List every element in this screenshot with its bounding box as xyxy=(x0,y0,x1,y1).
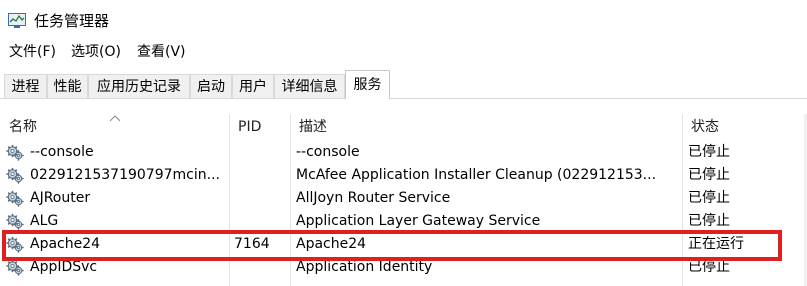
service-status: 已停止 xyxy=(688,213,730,229)
service-gear-icon xyxy=(6,167,24,184)
tab-startup[interactable]: 启动 xyxy=(190,74,232,98)
service-status: 已停止 xyxy=(688,190,730,206)
service-description: --console xyxy=(296,144,360,160)
service-name: ALG xyxy=(30,213,59,229)
tab-users[interactable]: 用户 xyxy=(232,74,274,98)
service-pid xyxy=(234,187,286,210)
service-description: AllJoyn Router Service xyxy=(296,190,451,206)
service-status: 已停止 xyxy=(688,167,730,183)
window-title: 任务管理器 xyxy=(34,12,110,30)
column-header-name[interactable]: 名称 xyxy=(0,114,229,140)
tab-bar: 进程 性能 应用历史记录 启动 用户 详细信息 服务 xyxy=(0,70,807,99)
service-gear-icon xyxy=(6,236,24,253)
service-pid xyxy=(234,256,286,279)
service-pid xyxy=(234,210,286,233)
tab-divider xyxy=(0,98,807,99)
menu-bar: 文件(F) 选项(O) 查看(V) xyxy=(0,41,807,63)
services-table: 名称 PID 描述 状态 --console --console 已停止 022… xyxy=(0,114,807,286)
table-header: 名称 PID 描述 状态 xyxy=(0,114,807,140)
service-name: --console xyxy=(30,144,94,160)
title-bar[interactable]: 任务管理器 xyxy=(0,0,807,40)
table-row[interactable]: 0229121537190797mcin... McAfee Applicati… xyxy=(0,164,807,187)
menu-options[interactable]: 选项(O) xyxy=(71,43,121,61)
service-pid xyxy=(234,164,286,187)
table-row[interactable]: AJRouter AllJoyn Router Service 已停止 xyxy=(0,187,807,210)
service-description: Application Layer Gateway Service xyxy=(296,213,541,229)
menu-view[interactable]: 查看(V) xyxy=(137,43,186,61)
service-name: AJRouter xyxy=(30,190,91,206)
service-description: McAfee Application Installer Cleanup (02… xyxy=(296,167,657,183)
table-row[interactable]: Apache24 7164 Apache24 正在运行 xyxy=(0,233,807,256)
service-status: 正在运行 xyxy=(688,236,744,252)
table-row[interactable]: ALG Application Layer Gateway Service 已停… xyxy=(0,210,807,233)
table-row[interactable]: --console --console 已停止 xyxy=(0,141,807,164)
tab-processes[interactable]: 进程 xyxy=(4,74,47,98)
menu-file[interactable]: 文件(F) xyxy=(9,43,56,61)
service-status: 已停止 xyxy=(688,259,730,275)
table-row[interactable]: AppIDSvc Application Identity 已停止 xyxy=(0,256,807,279)
column-header-status[interactable]: 状态 xyxy=(682,114,804,140)
tab-details[interactable]: 详细信息 xyxy=(274,74,345,98)
service-gear-icon xyxy=(6,213,24,230)
column-header-pid[interactable]: PID xyxy=(229,114,290,140)
service-name: Apache24 xyxy=(30,236,101,252)
service-gear-icon xyxy=(6,190,24,207)
service-description: Application Identity xyxy=(296,259,433,275)
tab-app-history[interactable]: 应用历史记录 xyxy=(88,74,190,98)
tab-performance[interactable]: 性能 xyxy=(47,74,88,98)
task-manager-icon xyxy=(8,13,26,28)
service-name: 0229121537190797mcin... xyxy=(30,167,220,183)
service-gear-icon xyxy=(6,259,24,276)
service-pid: 7164 xyxy=(234,236,270,252)
column-header-description[interactable]: 描述 xyxy=(290,114,682,140)
service-description: Apache24 xyxy=(296,236,367,252)
tab-services[interactable]: 服务 xyxy=(345,70,390,99)
service-pid xyxy=(234,141,286,164)
service-gear-icon xyxy=(6,144,24,161)
service-status: 已停止 xyxy=(688,144,730,160)
service-name: AppIDSvc xyxy=(30,259,98,275)
